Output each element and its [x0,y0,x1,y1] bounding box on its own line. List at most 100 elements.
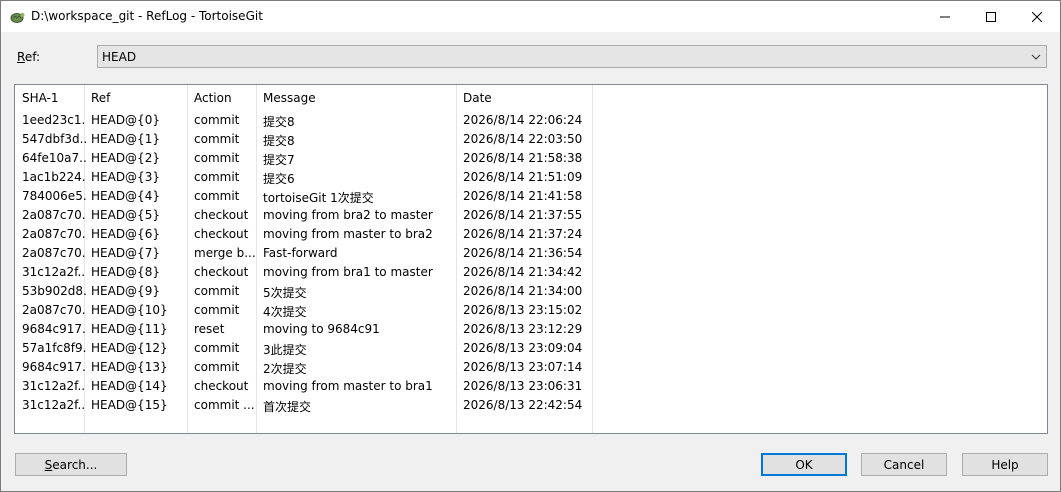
action-cell: checkout [194,379,249,393]
column-header-sha[interactable]: SHA-1 [22,91,86,105]
message-cell: 3此提交 [263,343,307,357]
table-row[interactable]: 9684c917... HEAD@{13} commit 2次提交 2026/8/13 … [15,358,1047,377]
action-cell: commit [194,132,240,146]
ref-cell: HEAD@{3} [91,170,160,184]
column-header-message[interactable]: Message [263,91,455,105]
ref-cell: HEAD@{12} [91,341,168,355]
date-cell: 2026/8/14 21:36:54 [463,246,583,260]
message-cell: moving from master to bra2 [263,227,433,241]
reflog-list[interactable]: SHA-1 Ref Action Message Date 1eed23c1..… [14,84,1048,434]
sha-cell: 53b902d8... [22,284,86,298]
date-cell: 2026/8/14 21:41:58 [463,189,583,203]
ref-label: Ref: [17,50,40,64]
date-cell: 2026/8/14 22:03:50 [463,132,583,146]
ref-cell: HEAD@{0} [91,113,160,127]
date-cell: 2026/8/13 23:12:29 [463,322,583,336]
column-header-ref[interactable]: Ref [91,91,187,105]
help-button[interactable]: Help [962,453,1048,476]
title-bar[interactable]: D:\workspace_git - RefLog - TortoiseGit [1,1,1060,32]
minimize-icon [940,16,950,17]
table-row[interactable]: 31c12a2f... HEAD@{15} commit ... 首次提交 2026/8… [15,396,1047,415]
message-cell: 提交6 [263,172,295,186]
column-header-action[interactable]: Action [194,91,256,105]
chevron-down-icon [1031,54,1041,60]
table-row[interactable]: 2a087c70... HEAD@{7} merge b... Fast-forwar… [15,244,1047,263]
ok-button[interactable]: OK [761,453,847,476]
ref-cell: HEAD@{5} [91,208,160,222]
ref-cell: HEAD@{10} [91,303,168,317]
sha-cell: 9684c917... [22,360,86,374]
table-row[interactable]: 31c12a2f... HEAD@{14} checkout moving from … [15,377,1047,396]
maximize-icon [986,11,996,22]
action-cell: checkout [194,265,249,279]
date-cell: 2026/8/14 22:06:24 [463,113,583,127]
sha-cell: 2a087c70... [22,303,86,317]
cancel-button[interactable]: Cancel [861,453,947,476]
message-cell: 提交7 [263,153,295,167]
table-row[interactable]: 2a087c70... HEAD@{5} checkout moving from b… [15,206,1047,225]
table-row[interactable]: 1ac1b224... HEAD@{3} commit 提交6 2026/8/14 21… [15,168,1047,187]
table-row[interactable]: 64fe10a7... HEAD@{2} commit 提交7 2026/8/14 21… [15,149,1047,168]
action-cell: commit [194,341,240,355]
sha-cell: 31c12a2f... [22,379,86,393]
date-cell: 2026/8/14 21:37:24 [463,227,583,241]
message-cell: 4次提交 [263,305,307,319]
table-row[interactable]: 9684c917... HEAD@{11} reset moving to 9684c… [15,320,1047,339]
close-icon [1032,11,1042,22]
table-row[interactable]: 2a087c70... HEAD@{10} commit 4次提交 2026/8/13 … [15,301,1047,320]
sha-cell: 64fe10a7... [22,151,86,165]
action-cell: checkout [194,227,249,241]
message-cell: 提交8 [263,115,295,129]
message-cell: moving to 9684c91 [263,322,380,336]
ref-cell: HEAD@{8} [91,265,160,279]
date-cell: 2026/8/14 21:51:09 [463,170,583,184]
ref-label-rest: ef: [24,50,41,64]
ref-label-mnemonic: R [17,50,25,64]
table-row[interactable]: 31c12a2f... HEAD@{8} checkout moving from b… [15,263,1047,282]
message-cell: 2次提交 [263,362,307,376]
date-cell: 2026/8/13 23:09:04 [463,341,583,355]
column-header-date[interactable]: Date [463,91,593,105]
ref-dropdown-value: HEAD [102,50,137,64]
list-header: SHA-1 Ref Action Message Date [15,85,1047,111]
message-cell: 5次提交 [263,286,307,300]
table-row[interactable]: 53b902d8... HEAD@{9} commit 5次提交 2026/8/14 2… [15,282,1047,301]
table-row[interactable]: 1eed23c1... HEAD@{0} commit 提交8 2026/8/14 22… [15,111,1047,130]
table-row[interactable]: 57a1fc8f9... HEAD@{12} commit 3此提交 2026/8/13… [15,339,1047,358]
action-cell: commit [194,303,240,317]
ref-cell: HEAD@{13} [91,360,168,374]
action-cell: reset [194,322,225,336]
ref-cell: HEAD@{11} [91,322,168,336]
ref-cell: HEAD@{9} [91,284,160,298]
date-cell: 2026/8/13 23:15:02 [463,303,583,317]
close-button[interactable] [1014,1,1060,32]
message-cell: 首次提交 [263,400,312,414]
action-cell: commit [194,360,240,374]
action-cell: commit [194,170,240,184]
table-row[interactable]: 2a087c70... HEAD@{6} checkout moving from m… [15,225,1047,244]
date-cell: 2026/8/14 21:34:00 [463,284,583,298]
ref-dropdown[interactable]: HEAD [97,45,1047,68]
search-label-rest: earch... [52,457,98,472]
sha-cell: 2a087c70... [22,208,86,222]
sha-cell: 2a087c70... [22,246,86,260]
message-cell: moving from bra1 to master [263,265,433,279]
sha-cell: 547dbf3d... [22,132,86,146]
action-cell: commit [194,284,240,298]
ref-cell: HEAD@{15} [91,398,168,412]
table-row[interactable]: 547dbf3d... HEAD@{1} commit 提交8 2026/8/14 22… [15,130,1047,149]
date-cell: 2026/8/14 21:34:42 [463,265,583,279]
minimize-button[interactable] [922,1,968,32]
search-button[interactable]: Search... [15,453,127,476]
action-cell: commit [194,151,240,165]
action-cell: commit ... [194,398,255,412]
maximize-button[interactable] [968,1,1014,32]
date-cell: 2026/8/13 23:06:31 [463,379,583,393]
ref-cell: HEAD@{4} [91,189,160,203]
sha-cell: 57a1fc8f9... [22,341,86,355]
ref-cell: HEAD@{14} [91,379,168,393]
ref-cell: HEAD@{1} [91,132,160,146]
date-cell: 2026/8/13 23:07:14 [463,360,583,374]
action-cell: checkout [194,208,249,222]
table-row[interactable]: 784006e5... HEAD@{4} commit tortoiseGit 1次提… [15,187,1047,206]
